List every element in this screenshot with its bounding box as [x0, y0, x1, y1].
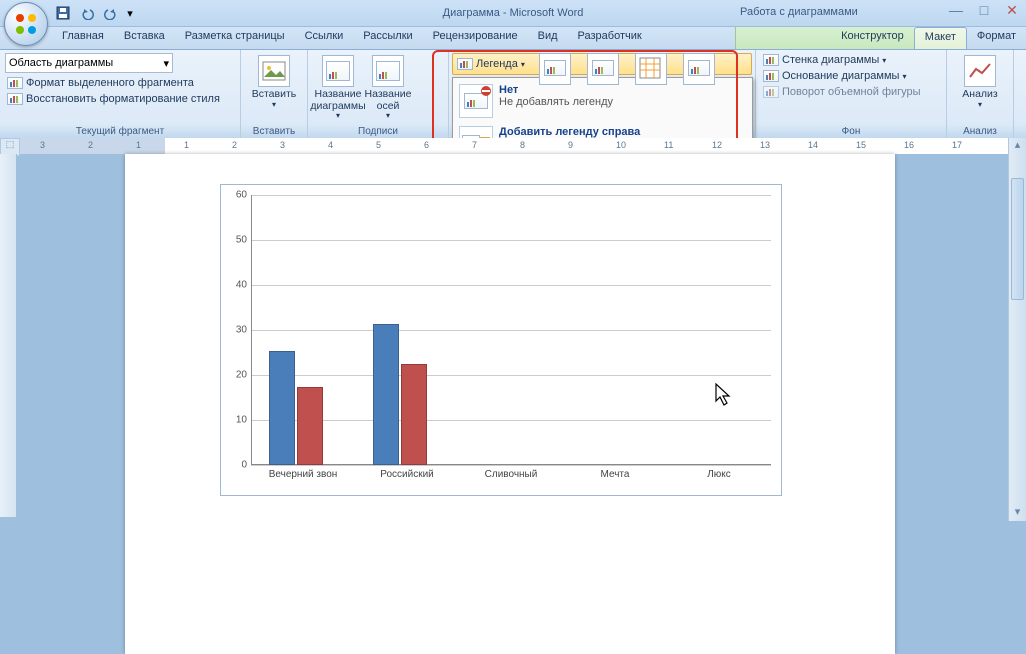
plot-area-icon[interactable]	[683, 53, 715, 85]
qat-redo-icon[interactable]	[100, 2, 122, 24]
insert-picture-icon	[258, 55, 290, 87]
tab-developer[interactable]: Разработчик	[568, 27, 652, 49]
chart-wall-button[interactable]: Стенка диаграммы▾	[761, 53, 941, 67]
tab-review[interactable]: Рецензирование	[423, 27, 528, 49]
tab-view[interactable]: Вид	[528, 27, 568, 49]
rotation-3d-icon	[763, 86, 779, 98]
close-button[interactable]: ✕	[1002, 2, 1022, 18]
analysis-icon	[964, 55, 996, 87]
qat-customize-icon[interactable]: ▾	[124, 2, 136, 24]
tab-mailings[interactable]: Рассылки	[353, 27, 422, 49]
chart-floor-button[interactable]: Основание диаграммы▾	[761, 69, 941, 83]
qat-undo-icon[interactable]	[76, 2, 98, 24]
chart-category-label: Сливочный	[459, 469, 563, 480]
group-insert-label: Вставить	[241, 126, 307, 137]
chart-wall-icon	[763, 54, 779, 66]
legend-option-none[interactable]: НетНе добавлять легенду	[455, 80, 750, 122]
chart-bar[interactable]	[373, 324, 399, 466]
tab-home[interactable]: Главная	[52, 27, 114, 49]
qat-save-icon[interactable]	[52, 2, 74, 24]
tab-format[interactable]: Формат	[967, 27, 1026, 49]
vertical-ruler[interactable]	[0, 154, 17, 517]
chart-category-label: Мечта	[563, 469, 667, 480]
chart-bar[interactable]	[269, 351, 295, 466]
group-labels-label: Подписи	[308, 126, 448, 137]
axes-icon[interactable]	[587, 53, 619, 85]
format-selection-icon	[7, 77, 23, 89]
contextual-title: Работа с диаграммами	[740, 6, 936, 18]
tab-references[interactable]: Ссылки	[295, 27, 354, 49]
office-button[interactable]	[4, 2, 48, 46]
tab-design[interactable]: Конструктор	[831, 27, 914, 49]
format-selection-button[interactable]: Формат выделенного фрагмента	[5, 76, 235, 90]
reset-style-icon	[7, 93, 23, 105]
chart-bar[interactable]	[401, 364, 427, 465]
group-current-label: Текущий фрагмент	[0, 126, 240, 137]
scrollbar-thumb[interactable]	[1011, 178, 1024, 300]
group-background-label: Фон	[756, 126, 946, 137]
axis-titles-icon	[372, 55, 404, 87]
chart-element-combo[interactable]: Область диаграммы▾	[5, 53, 173, 73]
tab-page-layout[interactable]: Разметка страницы	[175, 27, 295, 49]
document-page: 0102030405060Вечерний звонРоссийскийСлив…	[125, 154, 895, 654]
chart-category-label: Вечерний звон	[251, 469, 355, 480]
tab-layout[interactable]: Макет	[914, 27, 967, 49]
chart-bar[interactable]	[297, 387, 323, 466]
horizontal-ruler[interactable]: 3211234567891011121314151617	[20, 138, 1008, 155]
tab-insert[interactable]: Вставка	[114, 27, 175, 49]
chart-floor-icon	[763, 70, 779, 82]
chart-title-icon	[322, 55, 354, 87]
legend-none-icon	[459, 84, 493, 118]
maximize-button[interactable]: □	[974, 2, 994, 18]
group-analysis-label: Анализ	[947, 126, 1013, 137]
insert-button[interactable]: Вставить▾	[249, 53, 299, 111]
analysis-button[interactable]: Анализ▾	[955, 53, 1005, 111]
data-labels-icon[interactable]	[539, 53, 571, 85]
chart-category-label: Российский	[355, 469, 459, 480]
reset-style-button[interactable]: Восстановить форматирование стиля	[5, 92, 235, 106]
vertical-scrollbar[interactable]: ▴ ▾	[1008, 138, 1026, 521]
rotation-3d-button[interactable]: Поворот объемной фигуры	[761, 85, 941, 99]
legend-icon	[457, 58, 473, 70]
minimize-button[interactable]: —	[946, 2, 966, 18]
gridlines-icon[interactable]	[635, 53, 667, 85]
chart-object[interactable]: 0102030405060Вечерний звонРоссийскийСлив…	[220, 184, 782, 496]
chart-category-label: Люкс	[667, 469, 771, 480]
